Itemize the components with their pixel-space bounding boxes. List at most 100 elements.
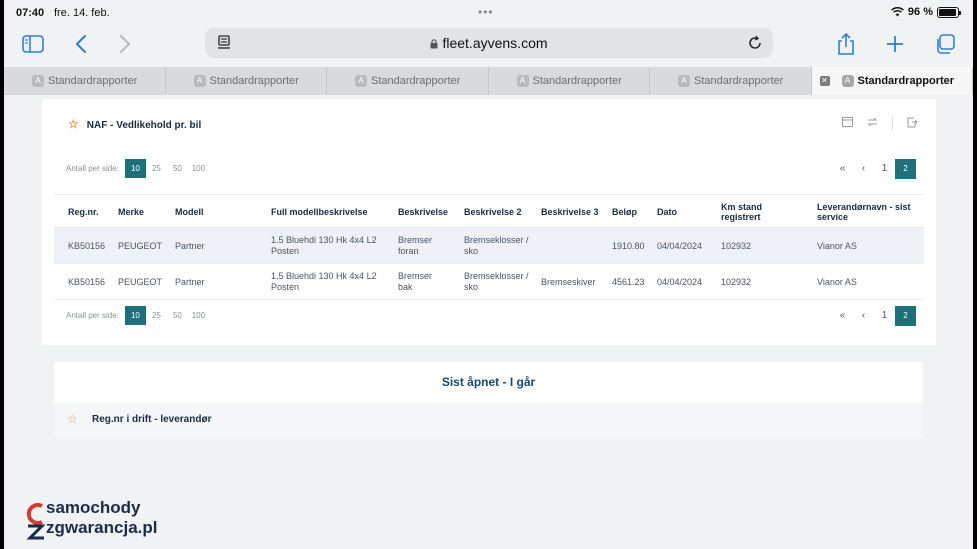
status-time: 07:40	[16, 7, 45, 19]
favorite-star-icon[interactable]: ☆	[68, 117, 79, 131]
pagination-bottom: « ‹ 1 2	[832, 306, 916, 326]
page-1-button[interactable]: 1	[874, 159, 895, 179]
battery-icon	[937, 6, 961, 18]
share-icon[interactable]	[833, 32, 859, 56]
wifi-icon	[891, 7, 904, 17]
status-right: 96 %	[891, 6, 961, 18]
report-tools	[842, 116, 918, 130]
ayvens-favicon-icon: A	[678, 75, 690, 87]
per-page-option-100[interactable]: 100	[188, 159, 209, 178]
tab-label: Standardrapporter	[48, 75, 138, 87]
swap-icon[interactable]	[867, 117, 878, 127]
per-page-option-25[interactable]: 25	[146, 306, 167, 325]
recent-heading: Sist åpnet - I går	[54, 362, 923, 403]
new-tab-icon[interactable]	[882, 32, 908, 56]
report-title: NAF - Vedlikehold pr. bil	[86, 120, 202, 131]
report-card: ☆ NAF - Vedlikehold pr. bil Antall per si…	[42, 99, 936, 345]
cell-beskrivelse-2: Bremseklosser / sko	[464, 271, 529, 292]
first-page-button[interactable]: «	[832, 159, 853, 179]
page-2-button[interactable]: 2	[895, 306, 916, 326]
ayvens-favicon-icon: A	[841, 75, 854, 87]
url-display: fleet.ayvens.com	[205, 35, 773, 51]
watermark-logo: samochody zgwarancja.pl	[22, 496, 182, 544]
cell-km: 102932	[721, 240, 752, 251]
page-2-button[interactable]: 2	[895, 159, 916, 179]
back-icon[interactable]	[68, 32, 94, 56]
first-page-button[interactable]: «	[832, 306, 853, 326]
favorite-star-icon[interactable]: ☆	[67, 412, 78, 426]
page-1-button[interactable]: 1	[874, 306, 895, 326]
column-header[interactable]: Merke	[118, 195, 144, 229]
column-header[interactable]: Beløp	[612, 195, 637, 229]
browser-tab[interactable]: A Standardrapporter	[327, 67, 489, 95]
browser-tab[interactable]: A Standardrapporter	[4, 67, 166, 95]
column-header[interactable]: Leverandørnavn - sist service	[817, 195, 912, 229]
column-header[interactable]: Dato	[657, 195, 677, 229]
per-page-selector-top: Antall per side: 10 25 50 100	[66, 159, 209, 178]
cell-beskrivelse-2: Bremseklosser / sko	[464, 235, 529, 256]
browser-toolbar: fleet.ayvens.com	[4, 26, 973, 64]
url-text: fleet.ayvens.com	[442, 35, 548, 51]
pagination-top: « ‹ 1 2	[832, 159, 916, 179]
column-header[interactable]: Beskrivelse 3	[541, 195, 601, 229]
ayvens-favicon-icon: A	[516, 75, 529, 87]
cell-merke: PEUGEOT	[118, 240, 163, 251]
per-page-option-100[interactable]: 100	[188, 306, 209, 325]
sidebar-icon[interactable]	[20, 32, 46, 56]
reload-icon[interactable]	[747, 35, 763, 51]
export-icon[interactable]	[907, 117, 918, 128]
status-date: fre. 14. feb.	[54, 7, 110, 19]
cell-beskrivelse: Bremser foran	[398, 235, 433, 256]
tab-label: Standardrapporter	[857, 75, 955, 87]
cell-modell: Partner	[175, 240, 205, 251]
close-tab-icon[interactable]: ✕	[819, 76, 830, 86]
cell-modell: Partner	[175, 276, 205, 287]
column-header[interactable]: Beskrivelse	[398, 195, 448, 229]
tab-label: Standardrapporter	[371, 75, 461, 87]
per-page-option-50[interactable]: 50	[167, 159, 188, 178]
prev-page-button[interactable]: ‹	[853, 159, 874, 179]
cell-km: 102932	[721, 276, 752, 287]
battery-percent: 96 %	[907, 6, 933, 18]
table-row[interactable]: KB50156 PEUGEOT Partner 1.5 Bluehdi 130 …	[54, 264, 924, 300]
per-page-option-25[interactable]: 25	[146, 159, 167, 178]
cell-belop: 4561.23	[612, 276, 645, 287]
tabs-overview-icon[interactable]	[932, 32, 958, 56]
ayvens-favicon-icon: A	[193, 75, 206, 87]
browser-tab[interactable]: A Standardrapporter	[650, 67, 812, 95]
status-bar: 07:40 fre. 14. feb. ••• 96 %	[4, 0, 973, 26]
cell-full-model: 1.5 Bluehdi 130 Hk 4x4 L2 Posten	[271, 271, 377, 292]
table-row[interactable]: KB50156 PEUGEOT Partner 1.5 Bluehdi 130 …	[54, 228, 924, 264]
open-window-icon[interactable]	[842, 117, 853, 127]
report-header: ☆ NAF - Vedlikehold pr. bil	[68, 117, 201, 131]
cell-dato: 04/04/2024	[657, 276, 703, 287]
prev-page-button[interactable]: ‹	[853, 306, 874, 326]
tab-label: Standardrapporter	[532, 75, 622, 87]
column-header[interactable]: Beskrivelse 2	[464, 195, 522, 229]
per-page-option-10[interactable]: 10	[124, 306, 146, 325]
recent-report-item[interactable]: ☆ Reg.nr i drift - leverandør	[54, 403, 923, 438]
ayvens-favicon-icon: A	[32, 75, 44, 87]
column-header[interactable]: Full modellbeskrivelse	[271, 195, 368, 229]
cell-belop: 1910.80	[612, 240, 645, 251]
report-table: Reg.nr. Merke Modell Full modellbeskrive…	[54, 194, 924, 300]
column-header[interactable]: Modell	[175, 195, 204, 229]
per-page-option-10[interactable]: 10	[124, 159, 146, 178]
cell-leverandor: Vianor AS	[817, 240, 857, 251]
forward-icon[interactable]	[112, 32, 138, 56]
cell-dato: 04/04/2024	[657, 240, 703, 251]
address-bar[interactable]: fleet.ayvens.com	[205, 28, 773, 58]
multitask-dots-icon[interactable]: •••	[478, 5, 494, 19]
column-header[interactable]: Reg.nr.	[68, 195, 99, 229]
per-page-label: Antall per side:	[66, 164, 119, 173]
column-header[interactable]: Km stand registrert	[721, 195, 781, 229]
lock-icon	[430, 39, 438, 49]
watermark-emblem-icon	[26, 503, 46, 540]
cell-reg-nr: KB50156	[68, 240, 106, 251]
browser-tab[interactable]: A Standardrapporter	[165, 67, 327, 95]
per-page-option-50[interactable]: 50	[167, 306, 188, 325]
per-page-label: Antall per side:	[66, 311, 119, 320]
browser-tab[interactable]: A Standardrapporter	[488, 67, 650, 95]
browser-tab-active[interactable]: ✕ A Standardrapporter	[811, 67, 973, 95]
ayvens-favicon-icon: A	[355, 75, 367, 87]
